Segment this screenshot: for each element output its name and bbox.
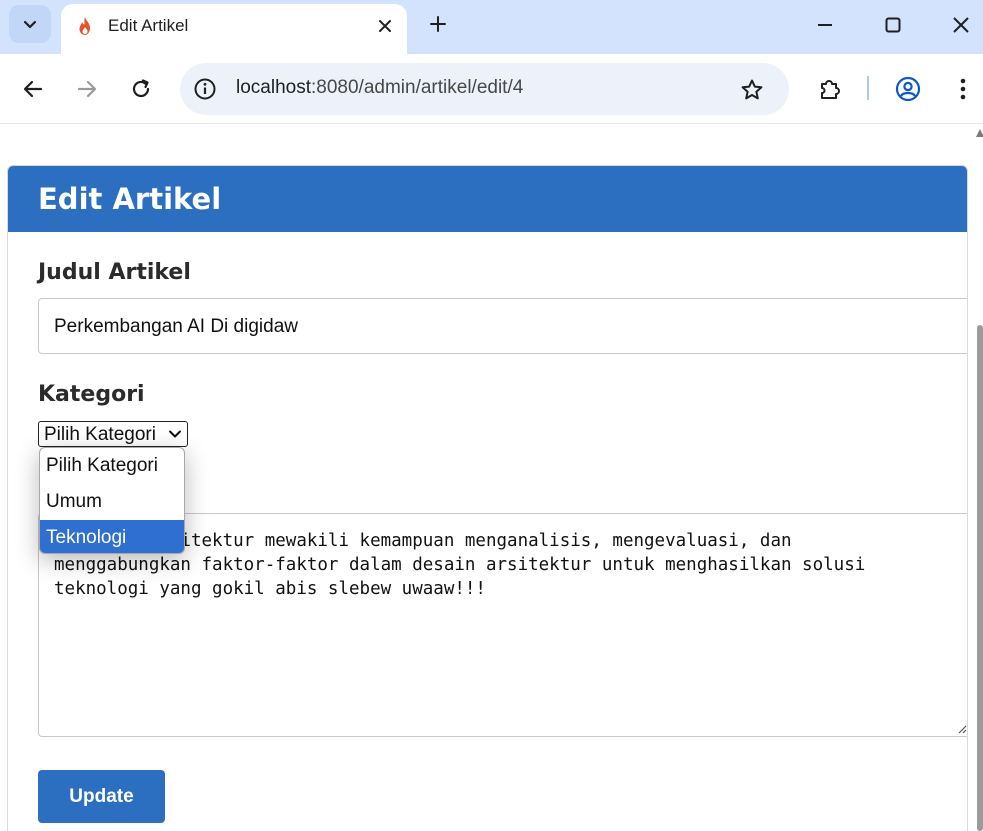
page-title: Edit Artikel xyxy=(38,182,222,216)
url-path: :8080/admin/artikel/edit/4 xyxy=(311,77,524,98)
judul-input-value: Perkembangan AI Di digidaw xyxy=(54,316,298,337)
scrollbar-thumb[interactable] xyxy=(977,325,983,831)
maximize-icon xyxy=(885,17,901,33)
kategori-label: Kategori xyxy=(38,382,145,407)
option-pilih-kategori[interactable]: Pilih Kategori xyxy=(40,448,184,483)
extensions-icon xyxy=(821,80,840,99)
judul-input[interactable]: Perkembangan AI Di digidaw xyxy=(38,298,967,354)
content-line: Berpikir arsitektur mewakili kemampuan m… xyxy=(54,531,792,551)
option-umum[interactable]: Umum xyxy=(40,484,184,519)
minimize-icon xyxy=(818,24,832,26)
new-tab-button[interactable] xyxy=(424,10,452,38)
reload-button[interactable] xyxy=(126,74,156,104)
back-arrow-icon xyxy=(23,80,43,98)
content-line: teknologi yang gokil abis slebew uwaaw!!… xyxy=(54,579,486,599)
card-header: Edit Artikel xyxy=(8,166,967,232)
chevron-down-icon xyxy=(23,20,37,29)
chevron-down-icon xyxy=(169,430,181,438)
kategori-select[interactable]: Pilih Kategori xyxy=(38,421,188,447)
judul-label: Judul Artikel xyxy=(38,260,191,285)
kategori-dropdown: Pilih Kategori Umum Teknologi xyxy=(39,447,185,554)
profile-button[interactable] xyxy=(893,74,923,104)
more-menu-icon xyxy=(960,78,966,100)
toolbar-divider xyxy=(867,76,869,100)
browser-tab-active[interactable]: Edit Artikel xyxy=(61,4,407,54)
extensions-button[interactable] xyxy=(815,74,845,104)
content-line: menggabungkan faktor-faktor dalam desain… xyxy=(54,555,866,575)
maximize-button[interactable] xyxy=(878,10,908,40)
browser-toolbar: localhost:8080/admin/artikel/edit/4 xyxy=(0,54,983,124)
forward-button[interactable] xyxy=(72,74,102,104)
content-text: Berpikir arsitektur mewakili kemampuan m… xyxy=(54,529,954,601)
url-text[interactable]: localhost:8080/admin/artikel/edit/4 xyxy=(236,77,523,99)
back-button[interactable] xyxy=(18,74,48,104)
url-host: localhost xyxy=(236,77,311,98)
address-bar[interactable]: localhost:8080/admin/artikel/edit/4 xyxy=(180,63,789,115)
site-info-button[interactable] xyxy=(192,76,218,102)
reload-icon xyxy=(132,79,150,98)
flame-favicon-icon xyxy=(79,17,90,35)
tab-title: Edit Artikel xyxy=(108,16,189,35)
option-teknologi[interactable]: Teknologi xyxy=(40,520,184,553)
bookmark-star-icon xyxy=(741,79,763,100)
forward-arrow-icon xyxy=(77,80,97,98)
plus-icon xyxy=(430,16,446,32)
resize-grip-icon[interactable] xyxy=(957,724,967,734)
more-menu-button[interactable] xyxy=(948,74,978,104)
site-info-icon xyxy=(194,78,216,100)
tab-close-button[interactable] xyxy=(373,14,397,38)
kategori-select-value: Pilih Kategori xyxy=(44,424,156,445)
scroll-up-arrow-icon[interactable] xyxy=(976,129,983,137)
profile-icon xyxy=(895,76,921,102)
tab-search-button[interactable] xyxy=(9,5,51,43)
close-icon xyxy=(379,20,391,32)
window-close-button[interactable] xyxy=(946,10,976,40)
update-button[interactable]: Update xyxy=(38,770,165,823)
minimize-button[interactable] xyxy=(810,10,840,40)
bookmark-button[interactable] xyxy=(738,76,766,104)
browser-tabstrip: Edit Artikel xyxy=(0,0,983,54)
window-close-icon xyxy=(953,17,969,33)
